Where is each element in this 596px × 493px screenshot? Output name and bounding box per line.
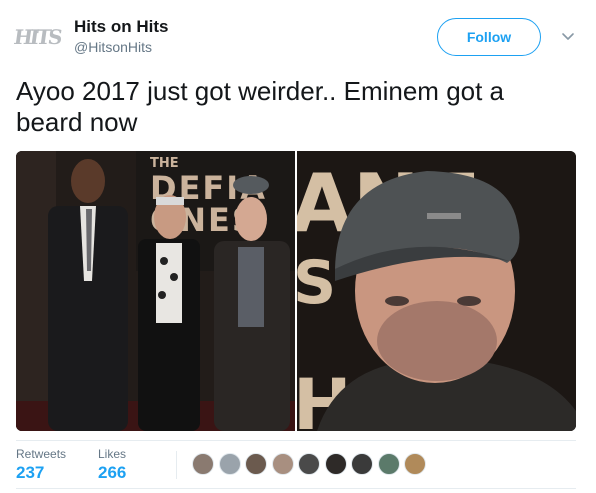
liker-avatar-5[interactable]: [298, 453, 320, 475]
svg-text:S: S: [297, 248, 336, 318]
tweet-text: Ayoo 2017 just got weirder.. Eminem got …: [16, 76, 505, 137]
account-handle[interactable]: @HitsonHits: [74, 39, 152, 55]
media-photo-right[interactable]: ANT S HB: [297, 151, 576, 431]
liker-avatar-4[interactable]: [271, 453, 294, 475]
liker-avatars: [192, 453, 431, 475]
likes-count[interactable]: 266: [98, 463, 126, 483]
media-photo-left[interactable]: THE DEFIA ONES: [16, 151, 295, 431]
likes-label: Likes: [98, 447, 127, 461]
liker-avatar-6[interactable]: [324, 453, 347, 475]
stats-divider-bottom: [16, 488, 576, 489]
account-avatar[interactable]: HITS: [13, 16, 62, 58]
liker-avatar-1[interactable]: [192, 453, 214, 475]
avatar-logo-text: HITS: [12, 25, 62, 49]
retweets-stat[interactable]: Retweets 237: [16, 447, 66, 483]
liker-avatar-7[interactable]: [351, 453, 373, 475]
liker-avatar-9[interactable]: [404, 453, 426, 475]
retweets-label: Retweets: [16, 447, 67, 461]
liker-avatar-8[interactable]: [377, 453, 400, 475]
chevron-down-icon[interactable]: [560, 28, 576, 44]
retweets-count[interactable]: 237: [16, 463, 66, 483]
stats-vertical-divider: [176, 451, 177, 479]
follow-button[interactable]: Follow: [437, 18, 541, 56]
liker-avatar-2[interactable]: [218, 453, 241, 475]
liker-avatar-3[interactable]: [245, 453, 267, 475]
likes-stat[interactable]: Likes 266: [98, 447, 126, 483]
tweet-header: HITS Hits on Hits @HitsonHits Follow: [13, 14, 580, 60]
account-name[interactable]: Hits on Hits: [74, 17, 168, 37]
stats-divider-top: [16, 440, 576, 441]
tweet-media[interactable]: THE DEFIA ONES ANT S HB: [16, 151, 576, 431]
